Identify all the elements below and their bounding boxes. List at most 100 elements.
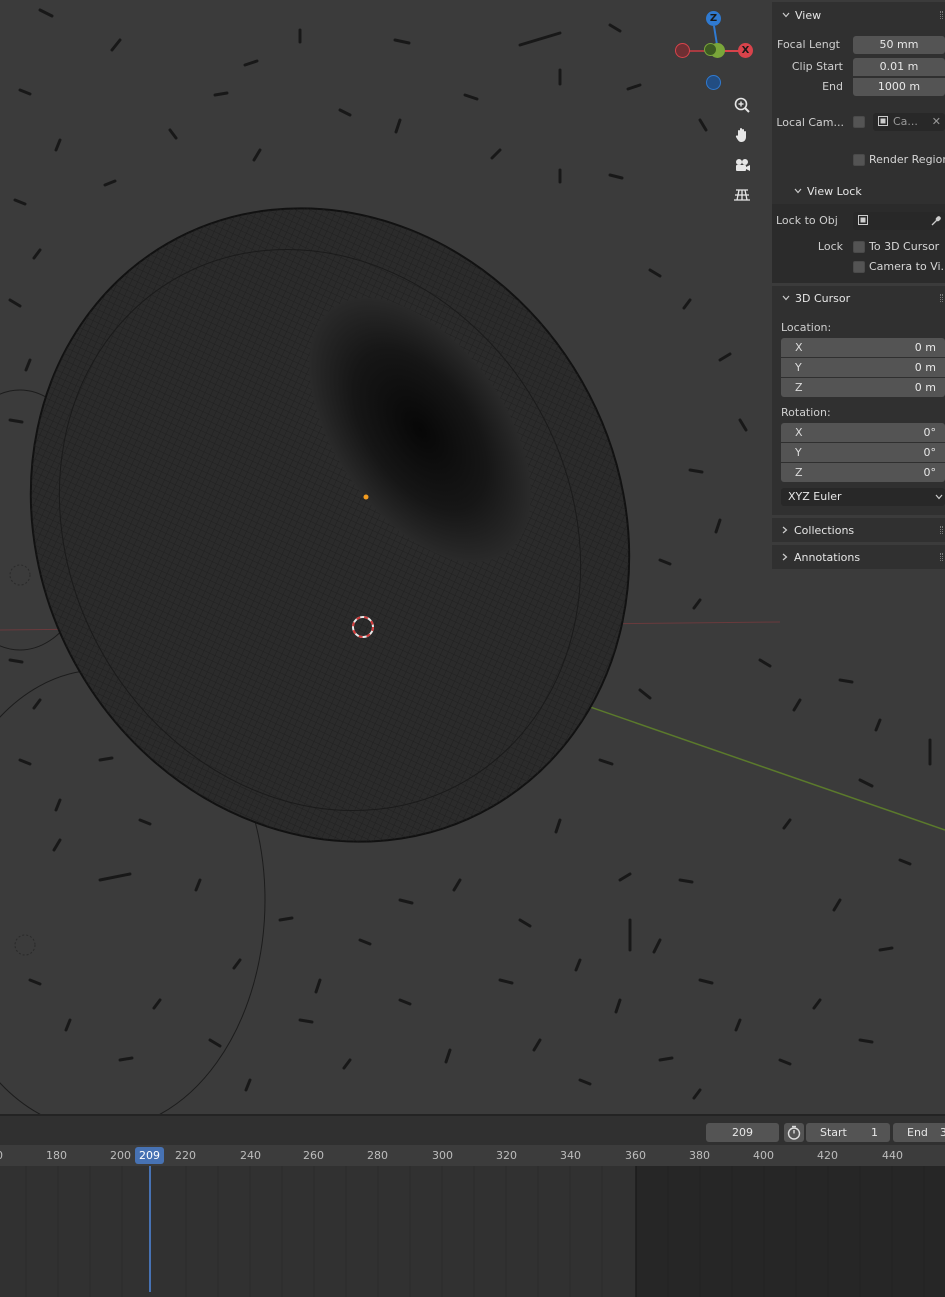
rotation-mode-value: XYZ Euler bbox=[788, 490, 842, 503]
end-frame-field[interactable]: End 3 bbox=[893, 1123, 945, 1142]
timeline-body[interactable] bbox=[0, 1166, 945, 1297]
current-frame-field[interactable]: 209 bbox=[706, 1123, 779, 1142]
sidebar-n-panel: View Focal Lengt 50 mm Clip Start 0.01 m… bbox=[772, 0, 945, 572]
ruler-tick: 220 bbox=[175, 1149, 196, 1162]
camera-to-view-checkbox[interactable] bbox=[853, 261, 865, 273]
ruler-tick: 180 bbox=[46, 1149, 67, 1162]
empty-object bbox=[14, 934, 36, 956]
drag-grip-icon[interactable] bbox=[940, 11, 943, 19]
annotations-panel-title: Annotations bbox=[794, 550, 861, 564]
axis-value: 0° bbox=[923, 466, 937, 479]
collections-panel: Collections bbox=[772, 518, 945, 542]
gizmo-neg-z-axis[interactable] bbox=[706, 75, 721, 90]
gizmo-x-label: X bbox=[741, 45, 750, 56]
axis-label: Y bbox=[795, 446, 802, 459]
navigation-gizmo[interactable]: Z X bbox=[670, 8, 760, 98]
annotations-panel: Annotations bbox=[772, 545, 945, 569]
axis-label: Z bbox=[795, 381, 803, 394]
3d-cursor-panel: 3D Cursor Location: X 0 m Y 0 m Z 0 m Rotat… bbox=[772, 286, 945, 515]
rotation-x-field[interactable]: X 0° bbox=[781, 423, 945, 442]
lock-label: Lock bbox=[817, 240, 843, 253]
ruler-tick: 280 bbox=[367, 1149, 388, 1162]
focal-length-label: Focal Lengt bbox=[777, 38, 840, 51]
lock-to-obj-field[interactable] bbox=[853, 212, 945, 230]
timeline-grid bbox=[0, 1166, 945, 1297]
playback-stopwatch-button[interactable] bbox=[784, 1123, 804, 1142]
hand-pan-icon bbox=[735, 128, 746, 142]
close-icon[interactable]: ✕ bbox=[932, 113, 941, 131]
clip-end-label: End bbox=[822, 80, 843, 93]
object-icon bbox=[878, 116, 888, 126]
chevron-down-icon bbox=[782, 12, 790, 18]
to-3d-cursor-checkbox[interactable] bbox=[853, 241, 865, 253]
axis-label: X bbox=[795, 341, 803, 354]
ruler-tick: 380 bbox=[689, 1149, 710, 1162]
timeline-ruler[interactable]: 0 180 200 220 240 260 280 300 320 340 36… bbox=[0, 1145, 945, 1166]
clip-start-label: Clip Start bbox=[791, 60, 843, 73]
gizmo-z-label: Z bbox=[709, 13, 718, 24]
stopwatch-icon bbox=[787, 1125, 801, 1140]
lock-to-obj-label: Lock to Obj bbox=[776, 214, 837, 227]
view-panel-header[interactable]: View bbox=[772, 3, 945, 27]
location-z-field[interactable]: Z 0 m bbox=[781, 378, 945, 397]
ruler-tick: 360 bbox=[625, 1149, 646, 1162]
ruler-tick: 0 bbox=[0, 1149, 3, 1162]
chevron-down-icon bbox=[782, 295, 790, 301]
gizmo-neg-x-axis[interactable] bbox=[675, 43, 690, 58]
zoom-button[interactable] bbox=[729, 92, 755, 118]
ruler-tick: 440 bbox=[882, 1149, 903, 1162]
ortho-toggle-button[interactable] bbox=[729, 182, 755, 208]
rotation-label: Rotation: bbox=[781, 406, 831, 419]
local-camera-label: Local Cam... bbox=[776, 116, 844, 129]
donut-mesh bbox=[29, 207, 631, 843]
ruler-tick: 340 bbox=[560, 1149, 581, 1162]
start-value: 1 bbox=[871, 1126, 878, 1139]
location-y-field[interactable]: Y 0 m bbox=[781, 358, 945, 377]
collections-panel-header[interactable]: Collections bbox=[772, 518, 945, 542]
timeline-header: 209 Start 1 End 3 bbox=[0, 1114, 945, 1145]
ruler-tick: 300 bbox=[432, 1149, 453, 1162]
axis-value: 0° bbox=[923, 426, 937, 439]
3d-cursor-panel-header[interactable]: 3D Cursor bbox=[772, 286, 945, 310]
camera-to-view-label: Camera to Vi... bbox=[869, 260, 945, 273]
chevron-down-icon bbox=[794, 188, 802, 194]
ruler-tick: 400 bbox=[753, 1149, 774, 1162]
rotation-z-field[interactable]: Z 0° bbox=[781, 463, 945, 482]
view-panel-title: View bbox=[795, 8, 822, 22]
local-camera-value: Ca... bbox=[893, 115, 918, 128]
current-frame-indicator[interactable]: 209 bbox=[135, 1147, 164, 1164]
collections-panel-title: Collections bbox=[794, 523, 855, 537]
to-3d-cursor-label: To 3D Cursor bbox=[869, 240, 940, 253]
axis-value: 0 m bbox=[914, 381, 936, 394]
gizmo-neg-y-axis[interactable] bbox=[704, 43, 717, 56]
render-region-label: Render Region bbox=[869, 153, 945, 166]
clip-end-field[interactable]: 1000 m bbox=[853, 78, 945, 96]
end-value: 3 bbox=[940, 1126, 945, 1139]
clip-start-field[interactable]: 0.01 m bbox=[853, 58, 945, 76]
view-lock-title: View Lock bbox=[807, 184, 862, 198]
start-label: Start bbox=[820, 1126, 847, 1139]
camera-view-button[interactable] bbox=[729, 152, 755, 178]
drag-grip-icon[interactable] bbox=[940, 294, 943, 302]
chevron-down-icon bbox=[935, 494, 943, 500]
pan-button[interactable] bbox=[729, 122, 755, 148]
local-camera-field[interactable]: Ca... ✕ bbox=[873, 113, 945, 131]
drag-grip-icon[interactable] bbox=[940, 553, 943, 561]
drag-grip-icon[interactable] bbox=[940, 526, 943, 534]
render-region-checkbox[interactable] bbox=[853, 154, 865, 166]
axis-label: Z bbox=[795, 466, 803, 479]
view-lock-header[interactable]: View Lock bbox=[784, 179, 945, 203]
location-x-field[interactable]: X 0 m bbox=[781, 338, 945, 357]
focal-length-field[interactable]: 50 mm bbox=[853, 36, 945, 54]
axis-value: 0 m bbox=[914, 361, 936, 374]
local-camera-checkbox[interactable] bbox=[853, 116, 865, 128]
location-label: Location: bbox=[781, 321, 832, 334]
view-lock-body: Lock to Obj Lock To 3D Cursor Camera to … bbox=[772, 204, 945, 283]
empty-object bbox=[9, 564, 31, 586]
annotations-panel-header[interactable]: Annotations bbox=[772, 545, 945, 569]
rotation-y-field[interactable]: Y 0° bbox=[781, 443, 945, 462]
chevron-right-icon bbox=[782, 526, 788, 534]
eyedropper-icon[interactable] bbox=[930, 215, 942, 227]
start-frame-field[interactable]: Start 1 bbox=[806, 1123, 890, 1142]
rotation-mode-select[interactable]: XYZ Euler bbox=[781, 488, 945, 506]
